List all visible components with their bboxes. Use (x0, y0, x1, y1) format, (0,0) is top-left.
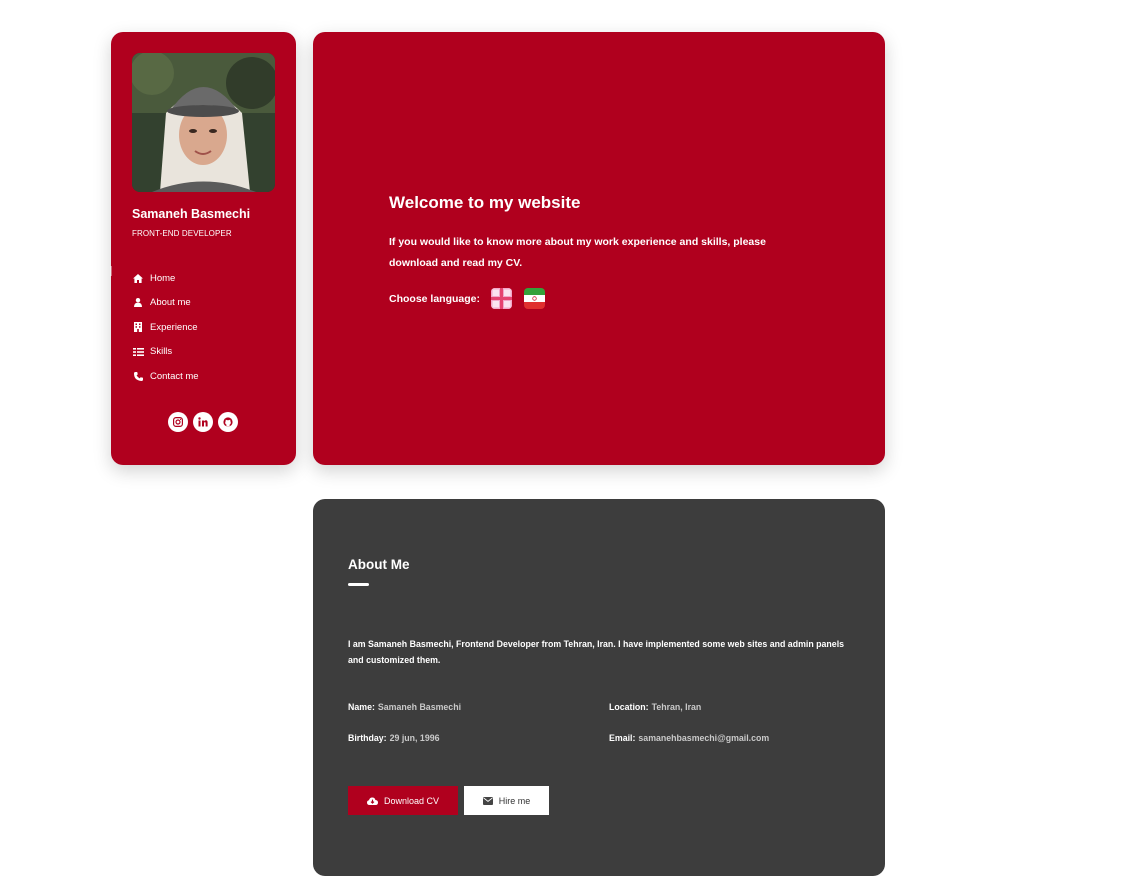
nav-active-marker (110, 266, 112, 276)
sidebar-nav: Home About me Experience Skills Contact … (132, 266, 199, 389)
social-links (168, 412, 238, 432)
about-section: About Me I am Samaneh Basmechi, Frontend… (313, 499, 885, 876)
about-bio: I am Samaneh Basmechi, Frontend Develope… (348, 639, 845, 665)
linkedin-link[interactable] (193, 412, 213, 432)
info-location: Location: Tehran, Iran (609, 702, 701, 712)
info-label: Birthday: (348, 733, 387, 743)
nav-item-about[interactable]: About me (132, 291, 199, 316)
nav-item-label: Skills (150, 346, 173, 358)
download-cv-label: Download CV (383, 795, 440, 806)
info-value: samanehbasmechi@gmail.com (638, 733, 770, 743)
nav-item-label: Home (150, 272, 176, 284)
nav-item-contact[interactable]: Contact me (132, 364, 199, 389)
english-flag-button[interactable] (491, 288, 513, 309)
about-title: About Me (348, 557, 410, 572)
profile-name: Samaneh Basmechi (132, 207, 251, 221)
linkedin-icon (198, 417, 208, 427)
title-underline (348, 583, 369, 586)
github-icon (223, 417, 233, 427)
hero-text: If you would like to know more about my … (389, 236, 766, 269)
info-label: Name: (348, 702, 375, 712)
avatar (132, 53, 275, 192)
list-icon (132, 346, 144, 358)
language-selector: Choose language: (389, 288, 557, 309)
instagram-link[interactable] (168, 412, 188, 432)
english-flag-icon (491, 288, 513, 309)
hero-title: Welcome to my website (389, 193, 581, 212)
download-cv-button[interactable]: Download CV (348, 786, 458, 815)
iran-flag-icon (524, 288, 546, 309)
cloud-download-icon (366, 797, 378, 805)
nav-item-label: Contact me (150, 370, 199, 382)
iran-flag-button[interactable] (524, 288, 546, 309)
phone-icon (132, 370, 144, 382)
info-email: Email: samanehbasmechi@gmail.com (609, 733, 769, 743)
nav-item-skills[interactable]: Skills (132, 340, 199, 365)
info-name: Name: Samaneh Basmechi (348, 702, 461, 712)
nav-item-label: About me (150, 297, 191, 309)
nav-item-home[interactable]: Home (132, 266, 199, 291)
github-link[interactable] (218, 412, 238, 432)
user-icon (132, 297, 144, 309)
hire-me-label: Hire me (498, 795, 531, 806)
building-icon (132, 321, 144, 333)
info-value: Tehran, Iran (651, 702, 702, 712)
language-label: Choose language: (389, 292, 481, 305)
nav-item-experience[interactable]: Experience (132, 315, 199, 340)
info-label: Email: (609, 733, 636, 743)
profile-photo (132, 53, 275, 192)
envelope-icon (482, 796, 493, 805)
nav-item-label: Experience (150, 321, 198, 333)
profile-sidebar: Samaneh Basmechi FRONT-END DEVELOPER Hom… (110, 32, 296, 465)
instagram-icon (173, 417, 183, 427)
hero-section: Welcome to my website If you would like … (313, 32, 885, 465)
hire-me-button[interactable]: Hire me (464, 786, 549, 815)
info-value: Samaneh Basmechi (377, 702, 462, 712)
info-label: Location: (609, 702, 649, 712)
info-birthday: Birthday: 29 jun, 1996 (348, 733, 440, 743)
profile-role: FRONT-END DEVELOPER (132, 229, 232, 238)
info-value: 29 jun, 1996 (389, 733, 440, 743)
home-icon (132, 272, 144, 284)
